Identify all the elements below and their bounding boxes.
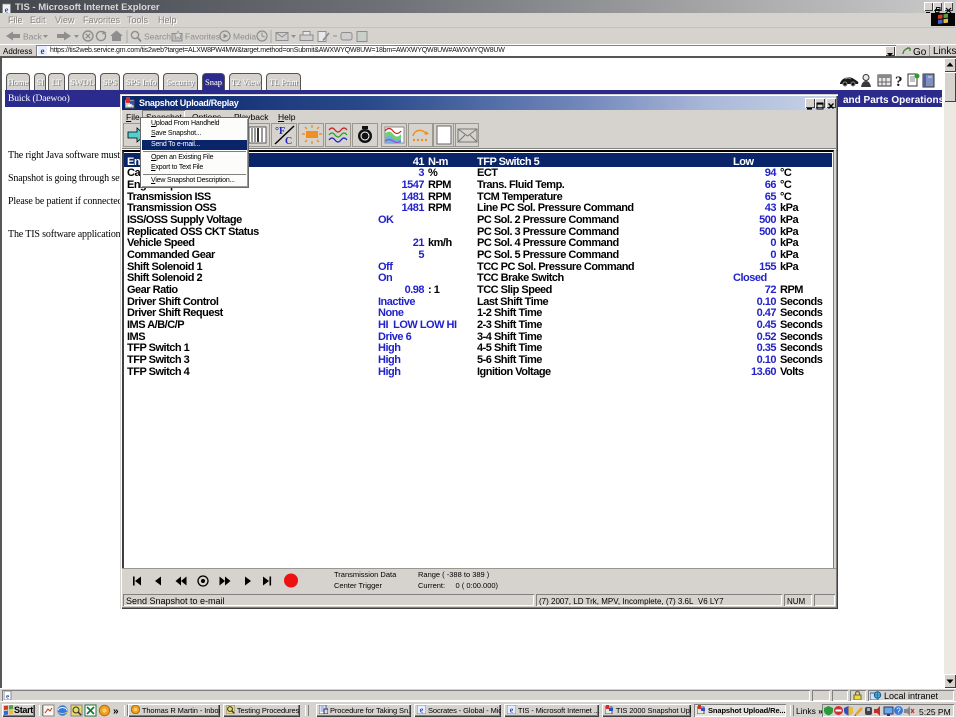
svg-text:»: »	[113, 706, 119, 717]
svg-text:e: e	[41, 46, 45, 56]
svg-text:Media: Media	[233, 32, 256, 42]
svg-text:e: e	[6, 693, 9, 701]
svg-text:Transmission Data: Transmission Data	[334, 570, 397, 579]
svg-text:Range ( -388 to 389 ): Range ( -388 to 389 )	[418, 570, 490, 579]
svg-text:?: ?	[896, 707, 901, 716]
svg-text:Current: 0 ( 0:00.000): Current: 0 ( 0:00.000)	[418, 581, 499, 590]
svg-text:C: C	[285, 136, 292, 147]
svg-text:e: e	[420, 706, 424, 715]
svg-text:Back: Back	[23, 32, 43, 42]
svg-text:Center Trigger: Center Trigger	[334, 581, 382, 590]
svg-text:Search: Search	[144, 32, 171, 42]
svg-text:e: e	[510, 706, 514, 715]
svg-text:Favorites: Favorites	[185, 32, 220, 42]
svg-text:?: ?	[895, 74, 903, 88]
